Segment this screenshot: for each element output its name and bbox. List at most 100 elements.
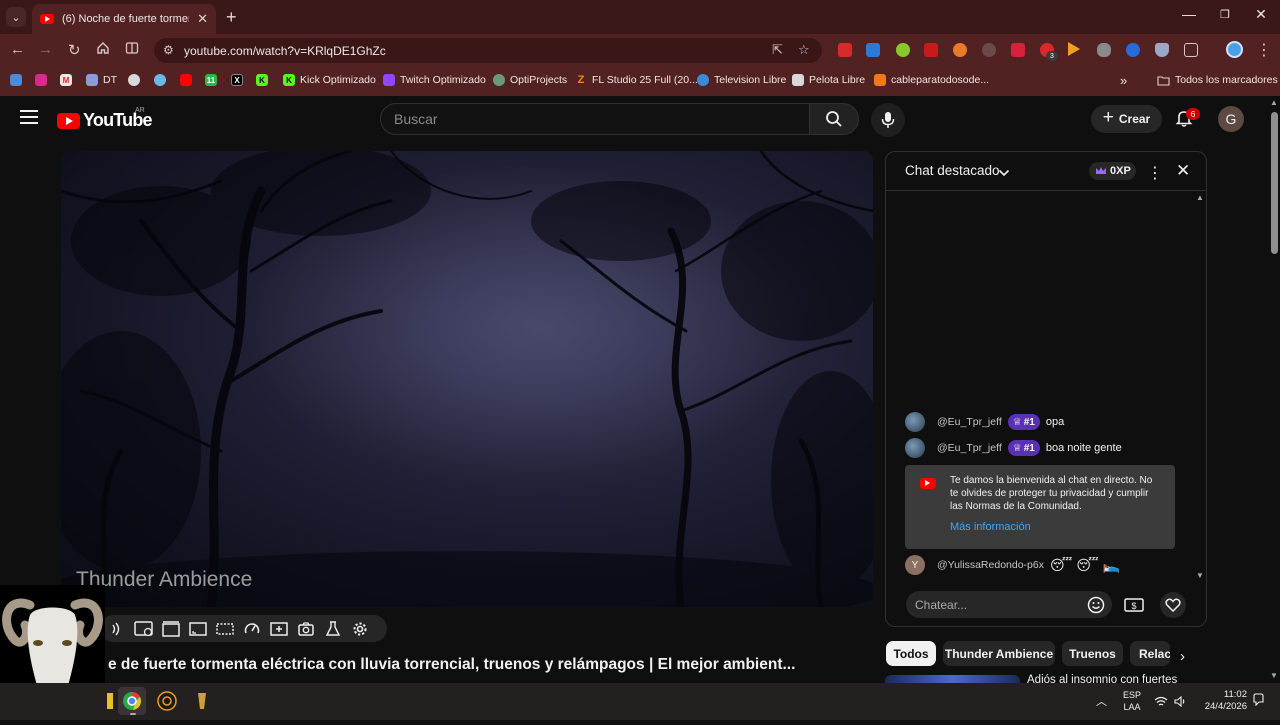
address-bar[interactable]: youtube.com/watch?v=KRlqDE1GhZc xyxy=(154,38,822,63)
fit-screen-icon[interactable] xyxy=(214,620,235,638)
extensions-puzzle-icon[interactable] xyxy=(1184,43,1198,57)
chip-thunder-ambience[interactable]: Thunder Ambience xyxy=(943,641,1055,666)
tray-overflow-icon[interactable]: ︿ xyxy=(1096,693,1107,709)
tab-search-button[interactable]: ⌄ xyxy=(6,7,26,27)
bookmark-twitch-optimizado[interactable]: Twitch Optimizado xyxy=(383,72,486,88)
back-button[interactable]: ← xyxy=(10,41,25,58)
notification-center-icon[interactable] xyxy=(1252,693,1265,711)
bookmarks-overflow-icon[interactable]: » xyxy=(1120,72,1127,88)
home-button[interactable] xyxy=(96,41,110,59)
voice-search-button[interactable] xyxy=(871,103,905,137)
taskbar-app-icon[interactable] xyxy=(188,687,216,715)
split-view-button[interactable] xyxy=(125,41,139,59)
chat-message-author[interactable]: @Eu_Tpr_jeff xyxy=(937,416,1002,428)
bookmark-star-icon[interactable]: ☆ xyxy=(798,42,810,58)
chat-close-icon[interactable]: ✕ xyxy=(1176,161,1190,181)
chat-message-author[interactable]: @YulissaRedondo-p6x xyxy=(937,559,1044,571)
bookmark-gmail[interactable]: M xyxy=(60,72,72,88)
chat-scroll-up-icon[interactable]: ▲ xyxy=(1196,193,1204,202)
minimize-button[interactable]: — xyxy=(1174,6,1204,22)
chat-input[interactable] xyxy=(915,597,1085,612)
chat-input-box[interactable] xyxy=(906,591,1112,618)
browser-menu-icon[interactable]: ⋮ xyxy=(1256,40,1272,60)
theater-mode-icon[interactable] xyxy=(187,620,208,638)
recommendation-title[interactable]: Adiós al insomnio con fuertes xyxy=(1027,674,1177,683)
chat-message[interactable]: @Eu_Tpr_jeff ♕ #1 opa xyxy=(905,412,1064,432)
extension-green-icon[interactable] xyxy=(896,43,910,57)
chat-scroll-down-icon[interactable]: ▼ xyxy=(1196,571,1204,580)
bookmark-youtube[interactable] xyxy=(180,72,192,88)
new-tab-button[interactable]: + xyxy=(226,7,237,28)
extension-shield-icon[interactable] xyxy=(1155,43,1169,57)
chat-mode-selector[interactable]: Chat destacado xyxy=(905,163,1000,178)
cinema-mode-icon[interactable] xyxy=(160,620,181,638)
flask-icon[interactable] xyxy=(322,620,343,638)
search-box[interactable] xyxy=(380,103,810,135)
page-scroll-up-icon[interactable]: ▲ xyxy=(1270,98,1278,107)
site-info-icon[interactable]: ⚙ xyxy=(163,43,174,57)
maximize-button[interactable]: ❐ xyxy=(1210,8,1240,21)
guide-menu-icon[interactable] xyxy=(20,110,38,124)
emoji-button[interactable] xyxy=(1084,593,1108,617)
reload-button[interactable]: ↻ xyxy=(68,41,81,59)
extension-red-icon[interactable] xyxy=(838,43,852,57)
create-button[interactable]: + Crear xyxy=(1091,105,1162,133)
input-language-indicator[interactable]: ESP LAA xyxy=(1120,689,1144,713)
watch-view-icon[interactable] xyxy=(133,620,154,638)
bookmark-dt[interactable]: DT xyxy=(86,72,117,88)
tab-close-icon[interactable]: ✕ xyxy=(197,11,208,27)
forward-button[interactable]: → xyxy=(38,41,53,58)
xp-badge[interactable]: 0XP xyxy=(1089,162,1136,180)
window-close-button[interactable]: ✕ xyxy=(1246,6,1276,23)
screenshot-camera-icon[interactable] xyxy=(295,620,316,638)
speaker-icon[interactable] xyxy=(1174,694,1186,712)
search-button[interactable] xyxy=(809,103,859,135)
account-avatar[interactable]: G xyxy=(1218,106,1244,132)
bookmark-chatgpt[interactable] xyxy=(128,72,140,88)
page-scroll-down-icon[interactable]: ▼ xyxy=(1270,671,1278,680)
chip-todos[interactable]: Todos xyxy=(886,641,936,666)
chat-message[interactable]: Y @YulissaRedondo-p6x 😴 😴 🛌 xyxy=(905,555,1120,575)
page-scrollbar-thumb[interactable] xyxy=(1271,112,1278,254)
bookmark-icon-only[interactable] xyxy=(10,72,22,88)
all-bookmarks-folder[interactable]: Todos los marcadores xyxy=(1157,72,1278,88)
browser-tab-active[interactable]: (6) Noche de fuerte tormenta el ✕ xyxy=(32,4,216,34)
install-app-icon[interactable]: ⇱ xyxy=(772,42,783,58)
bookmark-eleven[interactable]: 11 xyxy=(205,72,217,88)
extension-orange-icon[interactable] xyxy=(953,43,967,57)
bookmark-optiprojects[interactable]: OptiProjects xyxy=(493,72,567,88)
extension-blue-icon[interactable] xyxy=(866,43,880,57)
bookmark-instagram[interactable] xyxy=(35,72,47,88)
bookmark-cableparatodos[interactable]: cableparatodosode... xyxy=(874,72,989,88)
video-player[interactable] xyxy=(61,151,873,607)
audio-boost-icon[interactable] xyxy=(106,620,127,638)
settings-gear-icon[interactable] xyxy=(349,620,370,638)
add-screen-icon[interactable] xyxy=(268,620,289,638)
playback-speed-icon[interactable] xyxy=(241,620,262,638)
extension-media-icon[interactable] xyxy=(1011,43,1025,57)
bookmark-kick-optimizado[interactable]: K Kick Optimizado xyxy=(283,72,376,88)
like-heart-button[interactable] xyxy=(1160,592,1186,618)
chip-related[interactable]: Relac xyxy=(1130,641,1170,666)
bookmark-kick[interactable]: K xyxy=(256,72,268,88)
bookmark-x[interactable]: X xyxy=(231,72,243,88)
chat-message[interactable]: @Eu_Tpr_jeff ♕ #1 boa noite gente xyxy=(905,438,1122,458)
bookmark-fl-studio[interactable]: Z FL Studio 25 Full (20... xyxy=(575,72,698,88)
bookmark-television-libre[interactable]: Television Libre xyxy=(697,72,786,88)
chat-message-author[interactable]: @Eu_Tpr_jeff xyxy=(937,442,1002,454)
extension-play-icon[interactable] xyxy=(1068,42,1080,56)
bookmark-cloud[interactable] xyxy=(154,72,166,88)
extension-glasses-icon[interactable] xyxy=(1097,43,1111,57)
extension-pen-icon[interactable] xyxy=(924,43,938,57)
chip-truenos[interactable]: Truenos xyxy=(1062,641,1123,666)
bookmark-pelota-libre[interactable]: Pelota Libre xyxy=(792,72,865,88)
super-chat-button[interactable]: $ xyxy=(1122,593,1146,617)
taskbar-obs-icon[interactable] xyxy=(153,687,181,715)
chevron-right-icon[interactable]: › xyxy=(1180,648,1185,665)
extension-wave-icon[interactable] xyxy=(1126,43,1140,57)
chevron-down-icon[interactable] xyxy=(998,165,1010,183)
taskbar-chrome-icon[interactable] xyxy=(118,687,146,715)
extension-bug-icon[interactable] xyxy=(982,43,996,57)
profile-avatar-icon[interactable] xyxy=(1226,41,1243,58)
taskbar-clock[interactable]: 11:02 24/4/2026 xyxy=(1197,689,1247,713)
